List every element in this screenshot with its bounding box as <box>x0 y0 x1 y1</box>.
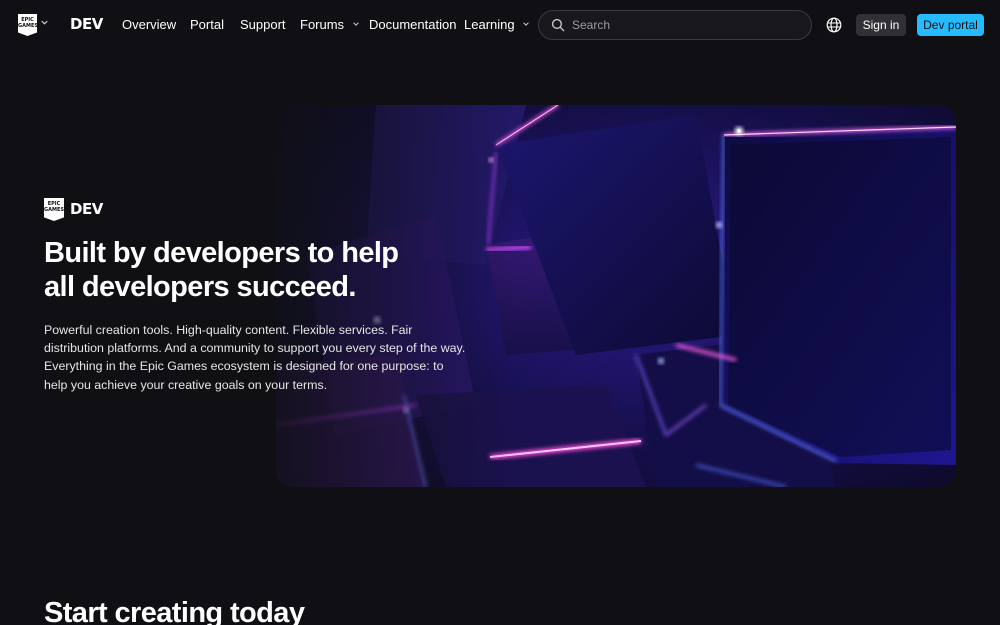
hero-title-line-1: Built by developers to help <box>44 237 399 269</box>
nav-documentation-label: Documentation <box>369 17 457 32</box>
search-input[interactable] <box>572 11 802 39</box>
logo-text-line-2: GAMES <box>18 23 38 29</box>
nav-support-label: Support <box>240 17 286 32</box>
nav-forums-label: Forums <box>300 17 345 32</box>
nav-learning[interactable]: Learning <box>464 17 530 32</box>
nav-documentation[interactable]: Documentation <box>369 17 456 32</box>
nav-portal-label: Portal <box>190 17 224 32</box>
chevron-down-icon[interactable] <box>40 18 50 30</box>
search-box[interactable] <box>538 10 812 40</box>
dev-logo[interactable]: DEV <box>70 15 103 33</box>
search-icon <box>551 18 565 32</box>
dev-portal-button[interactable]: Dev portal <box>917 14 984 36</box>
top-navbar: EPIC GAMES DEV Overview Portal Support F… <box>0 0 1000 50</box>
epic-games-logo[interactable]: EPIC GAMES <box>18 14 37 36</box>
nav-learning-label: Learning <box>464 17 515 32</box>
sign-in-button[interactable]: Sign in <box>856 14 906 36</box>
nav-portal[interactable]: Portal <box>190 17 224 32</box>
nav-overview[interactable]: Overview <box>122 17 176 32</box>
section-title: Start creating today <box>44 597 305 625</box>
hero-description: Powerful creation tools. High-quality co… <box>44 323 466 392</box>
epic-games-logo: EPIC GAMES <box>44 198 64 221</box>
hero-logo-text-line-2: GAMES <box>44 207 64 213</box>
hero-title: Built by developers to help all develope… <box>44 236 464 304</box>
sign-in-label: Sign in <box>862 18 900 32</box>
hero-title-line-2: all developers succeed. <box>44 271 356 303</box>
chevron-down-icon <box>522 20 530 30</box>
chevron-down-icon <box>352 20 360 30</box>
nav-support[interactable]: Support <box>240 17 286 32</box>
hero-dev-logo: DEV <box>70 200 103 218</box>
globe-icon[interactable] <box>826 17 842 33</box>
dev-portal-label: Dev portal <box>923 18 978 32</box>
nav-overview-label: Overview <box>122 17 177 32</box>
nav-forums[interactable]: Forums <box>300 17 360 32</box>
